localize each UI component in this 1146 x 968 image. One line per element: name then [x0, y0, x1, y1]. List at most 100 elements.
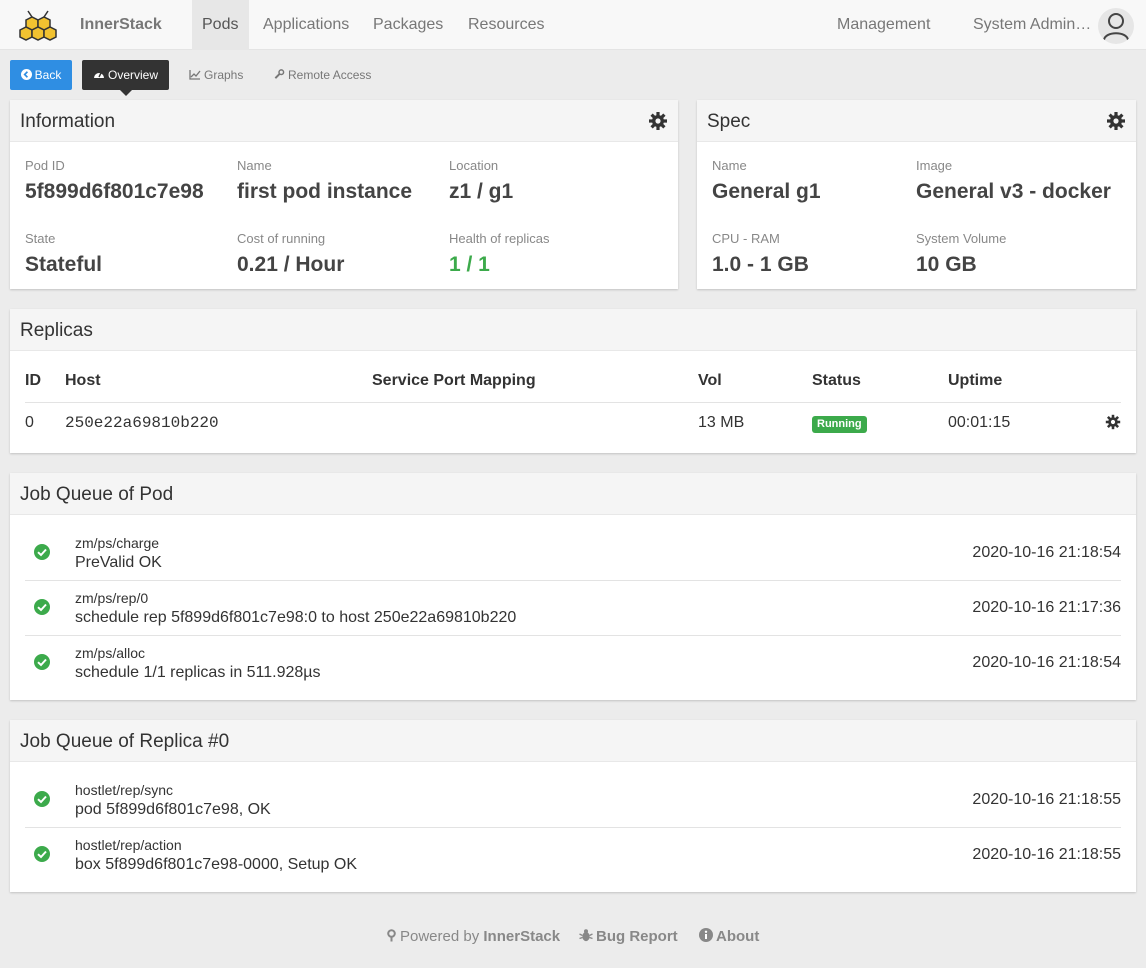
job-message: schedule 1/1 replicas in 511.928µs	[75, 664, 321, 681]
graphs-label: Graphs	[204, 68, 244, 82]
pod-name-label: Name	[237, 158, 272, 173]
row-divider	[25, 827, 1121, 828]
powered-by-brand: InnerStack	[483, 928, 561, 945]
system-volume-value: 10 GB	[916, 253, 977, 276]
nav-packages[interactable]: Packages	[363, 0, 453, 50]
job-message: schedule rep 5f899d6f801c7e98:0 to host …	[75, 609, 517, 626]
remote-access-label: Remote Access	[288, 68, 372, 82]
col-uptime: Uptime	[948, 372, 1003, 389]
user-menu[interactable]: System Admin…	[963, 0, 1101, 50]
cost-label: Cost of running	[237, 231, 326, 246]
replica-id: 0	[25, 414, 34, 431]
line-chart-icon	[189, 70, 201, 80]
health-label: Health of replicas	[449, 231, 550, 246]
spec-title: Spec	[707, 111, 751, 132]
replica-uptime: 00:01:15	[948, 414, 1011, 431]
job-name: zm/ps/rep/0	[75, 590, 149, 606]
image-label: Image	[916, 158, 953, 173]
cpu-ram-label: CPU - RAM	[712, 231, 780, 246]
job-message: pod 5f899d6f801c7e98, OK	[75, 801, 271, 818]
tab-remote-access[interactable]: Remote Access	[273, 60, 371, 90]
settings-gear-icon[interactable]	[1106, 111, 1126, 131]
status-badge: Running	[812, 416, 867, 433]
user-avatar-icon[interactable]	[1098, 8, 1134, 44]
spec-header: Spec	[697, 100, 1136, 142]
bug-icon	[579, 929, 593, 942]
wrench-icon	[274, 69, 285, 79]
job-time: 2020-10-16 21:17:36	[972, 599, 1121, 616]
replicas-header: Replicas	[10, 309, 1136, 351]
info-circle-icon	[699, 928, 713, 942]
check-circle-icon	[34, 544, 50, 560]
back-label: Back	[34, 68, 62, 82]
arrow-circle-left-icon	[20, 69, 32, 80]
powered-by-prefix: Powered by	[400, 928, 480, 945]
information-header: Information	[10, 100, 678, 142]
top-navbar: InnerStack Pods Applications Packages Re…	[0, 0, 1146, 50]
col-status: Status	[812, 372, 861, 389]
nav-resources[interactable]: Resources	[458, 0, 554, 50]
image-value: General v3 - docker	[916, 180, 1111, 203]
honeycomb-logo-icon[interactable]	[12, 8, 64, 44]
pod-job-queue-title: Job Queue of Pod	[20, 484, 174, 505]
job-message: PreValid OK	[75, 554, 162, 571]
information-title: Information	[20, 111, 116, 132]
replica-settings-gear-icon[interactable]	[1105, 414, 1121, 430]
location-label: Location	[449, 158, 499, 173]
system-volume-label: System Volume	[916, 231, 1007, 246]
check-circle-icon	[34, 654, 50, 670]
check-circle-icon	[34, 599, 50, 615]
pod-name-value: first pod instance	[237, 180, 413, 203]
about-link[interactable]: About	[699, 928, 759, 945]
job-time: 2020-10-16 21:18:55	[972, 791, 1121, 808]
col-host: Host	[65, 372, 101, 389]
row-divider	[25, 635, 1121, 636]
information-card: Information Pod ID 5f899d6f801c7e98 Name…	[10, 100, 678, 289]
tab-graphs[interactable]: Graphs	[189, 60, 243, 90]
state-label: State	[25, 231, 56, 246]
settings-gear-icon[interactable]	[648, 111, 668, 131]
job-message: box 5f899d6f801c7e98-0000, Setup OK	[75, 856, 357, 873]
bug-report-label: Bug Report	[596, 928, 678, 945]
check-circle-icon	[34, 846, 50, 862]
replica-vol: 13 MB	[698, 414, 745, 431]
job-time: 2020-10-16 21:18:55	[972, 846, 1121, 863]
bug-report-link[interactable]: Bug Report	[579, 928, 678, 945]
brand-name[interactable]: InnerStack	[80, 16, 162, 34]
replicas-title: Replicas	[20, 320, 93, 341]
job-name: hostlet/rep/action	[75, 837, 182, 853]
table-header-divider	[25, 402, 1121, 403]
replica-job-queue-title: Job Queue of Replica #0	[20, 731, 230, 752]
nav-pods[interactable]: Pods	[192, 0, 249, 50]
col-vol: Vol	[698, 372, 722, 389]
about-label: About	[716, 928, 760, 945]
col-id: ID	[25, 372, 41, 389]
cpu-ram-value: 1.0 - 1 GB	[712, 253, 809, 276]
nav-management[interactable]: Management	[827, 0, 940, 50]
pod-job-queue-header: Job Queue of Pod	[10, 473, 1136, 515]
cost-value: 0.21 / Hour	[237, 253, 345, 276]
spec-card: Spec Name General g1 Image General v3 - …	[697, 100, 1136, 289]
pod-id-label: Pod ID	[25, 158, 65, 173]
job-name: zm/ps/alloc	[75, 645, 146, 661]
job-time: 2020-10-16 21:18:54	[972, 654, 1121, 671]
replica-host: 250e22a69810b220	[65, 414, 219, 432]
tab-overview[interactable]: Overview	[82, 60, 169, 90]
nav-applications[interactable]: Applications	[253, 0, 359, 50]
job-time: 2020-10-16 21:18:54	[972, 544, 1121, 561]
dashboard-icon	[93, 72, 104, 78]
powered-by-link[interactable]: Powered by InnerStack	[386, 928, 560, 945]
overview-label: Overview	[107, 68, 158, 82]
pod-id-value: 5f899d6f801c7e98	[25, 180, 204, 203]
row-divider	[25, 580, 1121, 581]
state-value: Stateful	[25, 253, 103, 276]
active-tab-caret	[120, 90, 132, 96]
col-port-mapping: Service Port Mapping	[372, 372, 536, 389]
replica-job-queue-header: Job Queue of Replica #0	[10, 720, 1136, 762]
job-name: hostlet/rep/sync	[75, 782, 174, 798]
back-button[interactable]: Back	[10, 60, 72, 90]
location-value: z1 / g1	[449, 180, 514, 203]
spec-name-label: Name	[712, 158, 747, 173]
job-name: zm/ps/charge	[75, 535, 160, 551]
spec-name-value: General g1	[712, 180, 821, 203]
